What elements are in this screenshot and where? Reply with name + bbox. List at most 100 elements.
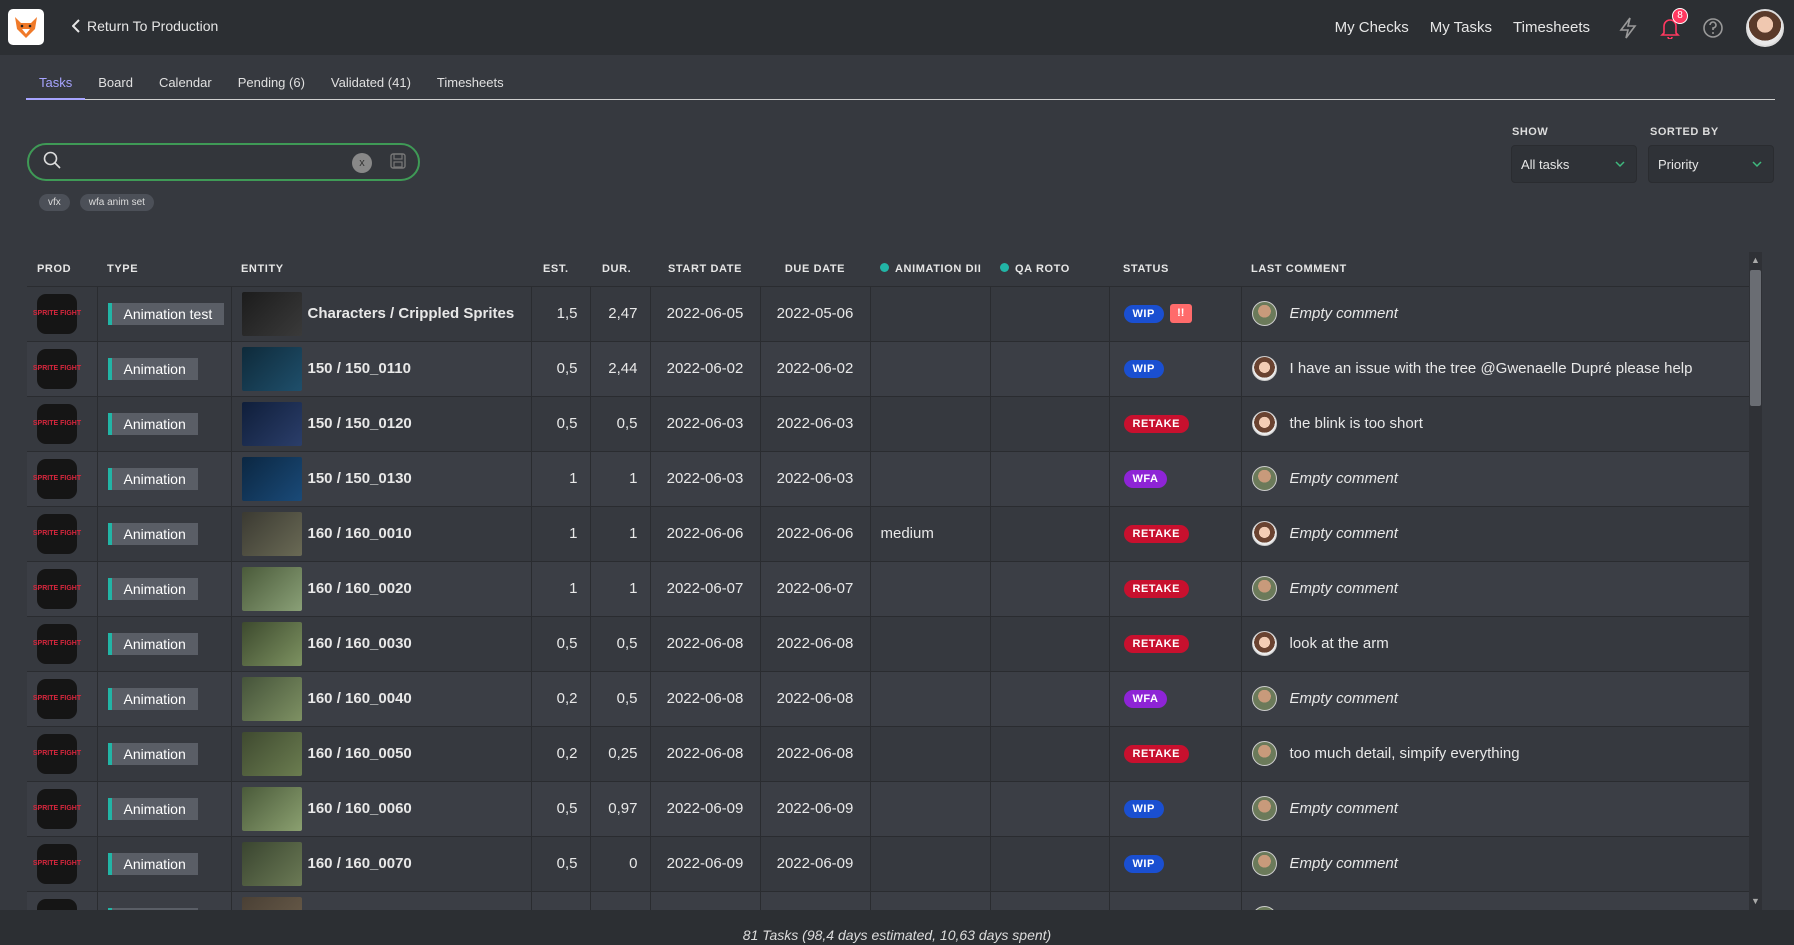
entity-thumbnail[interactable] bbox=[241, 841, 302, 886]
search-input[interactable] bbox=[69, 153, 339, 171]
entity-name[interactable]: 160 / 160_0040 bbox=[308, 690, 412, 707]
estimate-cell[interactable]: 1 bbox=[531, 451, 591, 507]
col-type[interactable]: TYPE bbox=[97, 252, 231, 287]
my-tasks-link[interactable]: My Tasks bbox=[1430, 19, 1492, 36]
type-cell[interactable]: Animation bbox=[97, 561, 232, 617]
entity-thumbnail[interactable] bbox=[241, 456, 302, 501]
start-date-cell[interactable]: 2022-06-07 bbox=[650, 561, 761, 617]
search-chip[interactable]: wfa anim set bbox=[79, 194, 154, 211]
entity-cell[interactable]: 160 / 160_0010 bbox=[231, 506, 532, 562]
entity-name[interactable]: Characters / Crippled Sprites bbox=[308, 305, 515, 322]
tab-pending[interactable]: Pending (6) bbox=[225, 74, 318, 100]
table-row[interactable]: SPRITE FIGHT Animation test Characters / C… bbox=[27, 286, 1750, 342]
animation-difficulty-cell[interactable] bbox=[870, 726, 991, 782]
status-cell[interactable]: RETAKE bbox=[1109, 616, 1242, 672]
col-dur[interactable]: DUR. bbox=[590, 252, 650, 287]
entity-thumbnail[interactable] bbox=[241, 731, 302, 776]
entity-cell[interactable] bbox=[231, 891, 532, 910]
status-cell[interactable]: RETAKE bbox=[1109, 506, 1242, 562]
start-date-cell[interactable]: 2022-06-08 bbox=[650, 616, 761, 672]
status-badge[interactable]: RETAKE bbox=[1123, 635, 1189, 653]
scroll-up-icon[interactable]: ▲ bbox=[1751, 255, 1760, 265]
animation-difficulty-cell[interactable] bbox=[870, 616, 991, 672]
entity-thumbnail[interactable] bbox=[241, 621, 302, 666]
status-cell[interactable]: RETAKE bbox=[1109, 396, 1242, 452]
save-search-icon[interactable] bbox=[390, 153, 406, 173]
last-comment-cell[interactable]: Empty comment bbox=[1241, 836, 1750, 892]
qa-roto-cell[interactable] bbox=[990, 836, 1110, 892]
qa-roto-cell[interactable] bbox=[990, 451, 1110, 507]
table-row[interactable]: SPRITE FIGHT Animation 160 / 160_0020 1 1 202… bbox=[27, 561, 1750, 617]
status-badge[interactable]: RETAKE bbox=[1123, 415, 1189, 433]
tab-calendar[interactable]: Calendar bbox=[146, 74, 225, 100]
entity-thumbnail[interactable] bbox=[241, 401, 302, 446]
animation-difficulty-cell[interactable] bbox=[870, 451, 991, 507]
type-cell[interactable]: Animation bbox=[97, 671, 232, 727]
entity-thumbnail[interactable] bbox=[241, 511, 302, 556]
prod-cell[interactable]: SPRITE FIGHT bbox=[27, 671, 98, 727]
user-avatar[interactable] bbox=[1746, 8, 1784, 47]
entity-cell[interactable]: 150 / 150_0110 bbox=[231, 341, 532, 397]
entity-name[interactable]: 160 / 160_0060 bbox=[308, 800, 412, 817]
status-badge[interactable]: WIP bbox=[1123, 800, 1164, 818]
col-status[interactable]: STATUS bbox=[1109, 252, 1241, 287]
start-date-cell[interactable]: 2022-06-06 bbox=[650, 506, 761, 562]
prod-cell[interactable]: SPRITE FIGHT bbox=[27, 781, 98, 837]
status-cell[interactable]: WFA bbox=[1109, 671, 1242, 727]
kitsu-logo-icon[interactable] bbox=[8, 9, 44, 45]
last-comment-cell[interactable]: I have an issue with the tree @Gwenaelle… bbox=[1241, 341, 1750, 397]
col-last-comment[interactable]: LAST COMMENT bbox=[1241, 252, 1749, 287]
type-cell[interactable]: Animation bbox=[97, 781, 232, 837]
table-row[interactable]: SPRITE FIGHT Animation 160 / 160_0030 0,5 0,… bbox=[27, 616, 1750, 672]
prod-cell[interactable]: SPRITE FIGHT bbox=[27, 451, 98, 507]
type-cell[interactable]: Animation bbox=[97, 726, 232, 782]
start-date-cell[interactable] bbox=[650, 891, 761, 910]
entity-cell[interactable]: 160 / 160_0040 bbox=[231, 671, 532, 727]
prod-cell[interactable]: SPRITE FIGHT bbox=[27, 836, 98, 892]
bell-icon[interactable]: 8 bbox=[1660, 7, 1688, 39]
status-cell[interactable]: WIP bbox=[1109, 836, 1242, 892]
last-comment-cell[interactable]: Empty comment bbox=[1241, 561, 1750, 617]
estimate-cell[interactable]: 0,5 bbox=[531, 616, 591, 672]
table-row[interactable]: SPRITE FIGHT Animation 150 / 150_0120 0,5 0,… bbox=[27, 396, 1750, 452]
status-badge[interactable]: WIP bbox=[1123, 305, 1164, 324]
col-est[interactable]: EST. bbox=[531, 252, 590, 287]
animation-difficulty-cell[interactable]: medium bbox=[870, 506, 991, 562]
my-checks-link[interactable]: My Checks bbox=[1335, 19, 1409, 36]
animation-difficulty-cell[interactable] bbox=[870, 286, 991, 342]
due-date-cell[interactable]: 2022-06-09 bbox=[760, 836, 871, 892]
estimate-cell[interactable]: 1,5 bbox=[531, 286, 591, 342]
table-row[interactable]: SPRITE FIGHT Animation WIP bbox=[27, 891, 1750, 910]
entity-name[interactable]: 150 / 150_0130 bbox=[308, 470, 412, 487]
animation-difficulty-cell[interactable] bbox=[870, 891, 991, 910]
type-cell[interactable]: Animation bbox=[97, 341, 232, 397]
tab-timesheets[interactable]: Timesheets bbox=[424, 74, 517, 100]
prod-cell[interactable]: SPRITE FIGHT bbox=[27, 726, 98, 782]
animation-difficulty-cell[interactable] bbox=[870, 781, 991, 837]
estimate-cell[interactable]: 1 bbox=[531, 561, 591, 617]
tab-tasks[interactable]: Tasks bbox=[26, 74, 86, 100]
qa-roto-cell[interactable] bbox=[990, 891, 1110, 910]
entity-name[interactable]: 150 / 150_0110 bbox=[308, 360, 411, 377]
show-select[interactable]: All tasks bbox=[1511, 145, 1637, 183]
prod-cell[interactable]: SPRITE FIGHT bbox=[27, 891, 98, 910]
start-date-cell[interactable]: 2022-06-02 bbox=[650, 341, 761, 397]
col-prod[interactable]: PROD bbox=[27, 252, 97, 287]
prod-cell[interactable]: SPRITE FIGHT bbox=[27, 396, 98, 452]
entity-name[interactable]: 160 / 160_0030 bbox=[308, 635, 412, 652]
clear-search-button[interactable]: x bbox=[352, 153, 372, 173]
status-badge[interactable]: WFA bbox=[1123, 470, 1168, 488]
qa-roto-cell[interactable] bbox=[990, 506, 1110, 562]
due-date-cell[interactable]: 2022-05-06 bbox=[760, 286, 871, 342]
tab-board[interactable]: Board bbox=[85, 74, 146, 100]
entity-name[interactable]: 160 / 160_0020 bbox=[308, 580, 412, 597]
due-date-cell[interactable]: 2022-06-08 bbox=[760, 616, 871, 672]
last-comment-cell[interactable]: Empty comment bbox=[1241, 781, 1750, 837]
scroll-down-icon[interactable]: ▼ bbox=[1751, 896, 1760, 906]
last-comment-cell[interactable]: Empty comment bbox=[1241, 451, 1750, 507]
return-to-production-link[interactable]: Return To Production bbox=[72, 18, 218, 34]
qa-roto-cell[interactable] bbox=[990, 616, 1110, 672]
due-date-cell[interactable]: 2022-06-07 bbox=[760, 561, 871, 617]
estimate-cell[interactable]: 0,5 bbox=[531, 341, 591, 397]
estimate-cell[interactable]: 0,5 bbox=[531, 396, 591, 452]
